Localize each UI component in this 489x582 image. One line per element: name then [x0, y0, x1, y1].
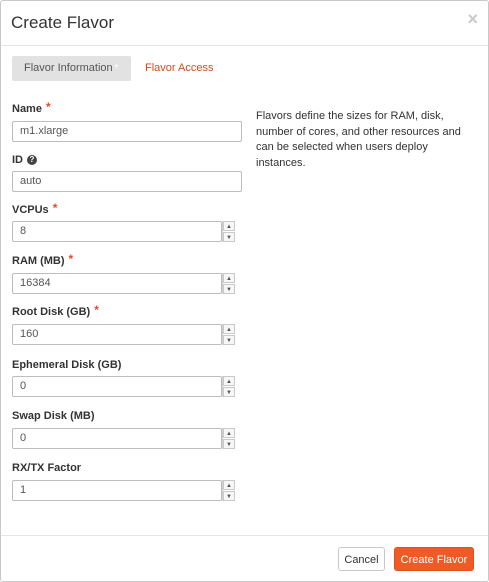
root-disk-label-text: Root Disk (GB): [12, 306, 91, 318]
swap-disk-label: Swap Disk (MB): [12, 410, 95, 422]
required-marker: *: [68, 252, 74, 266]
modal-header: Create Flavor ×: [1, 1, 488, 46]
id-label-text: ID: [12, 154, 23, 166]
increment-icon[interactable]: ▲: [223, 480, 235, 490]
root-disk-label: Root Disk (GB) *: [12, 303, 99, 320]
ram-spinner: ▲ ▼: [222, 273, 235, 294]
increment-icon[interactable]: ▲: [223, 221, 235, 231]
vcpus-spinner: ▲ ▼: [222, 221, 235, 242]
rxtx-factor-input[interactable]: 1: [12, 480, 222, 501]
swap-disk-input[interactable]: 0: [12, 428, 222, 449]
name-label-text: Name: [12, 103, 42, 115]
ram-label-text: RAM (MB): [12, 255, 65, 267]
increment-icon[interactable]: ▲: [223, 428, 235, 438]
increment-icon[interactable]: ▲: [223, 273, 235, 283]
increment-icon[interactable]: ▲: [223, 376, 235, 386]
name-label: Name *: [12, 100, 51, 117]
id-input[interactable]: auto: [12, 171, 242, 192]
ephemeral-disk-label: Ephemeral Disk (GB): [12, 359, 122, 371]
cancel-button[interactable]: Cancel: [338, 547, 385, 571]
tab-label: Flavor Information: [24, 62, 113, 74]
tab-flavor-access[interactable]: Flavor Access: [133, 56, 225, 81]
decrement-icon[interactable]: ▼: [223, 387, 235, 397]
required-marker: *: [94, 303, 99, 317]
rxtx-factor-label: RX/TX Factor: [12, 462, 82, 474]
ephemeral-disk-spinner: ▲ ▼: [222, 376, 235, 397]
id-label: ID?: [12, 154, 37, 166]
vcpus-label: VCPUs *: [12, 201, 58, 218]
help-icon[interactable]: ?: [27, 155, 37, 166]
root-disk-spinner: ▲ ▼: [222, 324, 235, 345]
ram-label: RAM (MB) *: [12, 252, 74, 269]
modal-footer: Cancel Create Flavor: [1, 535, 488, 582]
decrement-icon[interactable]: ▼: [223, 491, 235, 501]
create-flavor-button[interactable]: Create Flavor: [394, 547, 474, 571]
root-disk-input[interactable]: 160: [12, 324, 222, 345]
ephemeral-disk-input[interactable]: 0: [12, 376, 222, 397]
vcpus-input[interactable]: 8: [12, 221, 222, 242]
swap-disk-spinner: ▲ ▼: [222, 428, 235, 449]
create-flavor-modal: Create Flavor × Flavor Information * Flav…: [0, 0, 489, 582]
decrement-icon[interactable]: ▼: [223, 335, 235, 345]
decrement-icon[interactable]: ▼: [223, 439, 235, 449]
required-marker: *: [114, 63, 119, 74]
required-marker: *: [52, 201, 58, 215]
name-input[interactable]: m1.xlarge: [12, 121, 242, 142]
ram-input[interactable]: 16384: [12, 273, 222, 294]
tab-flavor-information[interactable]: Flavor Information *: [12, 56, 131, 81]
required-marker: *: [45, 100, 51, 114]
close-icon[interactable]: ×: [467, 10, 478, 28]
decrement-icon[interactable]: ▼: [223, 232, 235, 242]
decrement-icon[interactable]: ▼: [223, 284, 235, 294]
increment-icon[interactable]: ▲: [223, 324, 235, 334]
rxtx-factor-spinner: ▲ ▼: [222, 480, 235, 501]
modal-title: Create Flavor: [11, 13, 114, 32]
vcpus-label-text: VCPUs: [12, 204, 49, 216]
flavor-description: Flavors define the sizes for RAM, disk, …: [256, 110, 461, 169]
